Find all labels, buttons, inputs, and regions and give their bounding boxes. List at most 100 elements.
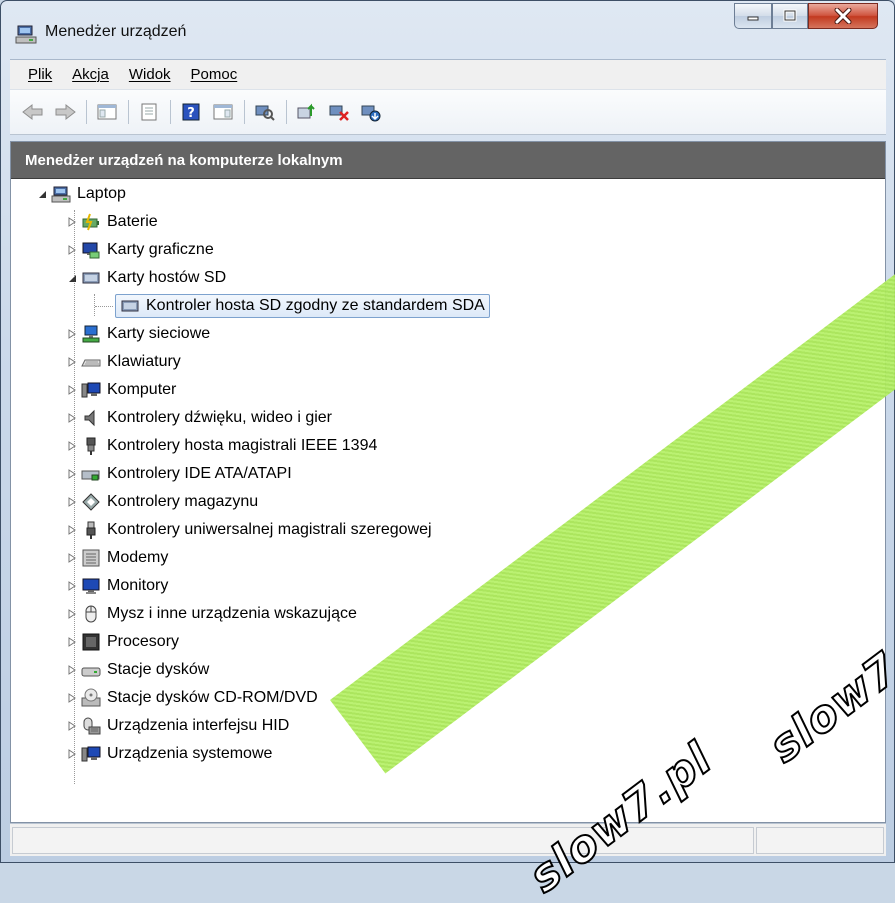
- back-button[interactable]: [20, 99, 46, 125]
- disk-drive-icon: [81, 660, 101, 680]
- forward-button[interactable]: [52, 99, 78, 125]
- show-console-tree-button[interactable]: [94, 99, 120, 125]
- tree-label: Kontrolery magazynu: [107, 493, 259, 510]
- tree-node-keyboards[interactable]: Klawiatury: [67, 348, 181, 376]
- tree-label: Mysz i inne urządzenia wskazujące: [107, 605, 357, 622]
- minimize-icon: [747, 16, 759, 21]
- expand-icon[interactable]: [67, 217, 77, 227]
- menu-file[interactable]: Plik: [28, 66, 52, 83]
- expand-icon[interactable]: [67, 497, 77, 507]
- collapse-icon[interactable]: [37, 189, 47, 199]
- tree-label: Karty hostów SD: [107, 269, 227, 286]
- speaker-icon: [81, 408, 101, 428]
- sd-host-icon: [81, 268, 101, 288]
- update-driver-button[interactable]: [294, 99, 320, 125]
- expand-icon[interactable]: [67, 441, 77, 451]
- tree-node-modems[interactable]: Modemy: [67, 544, 168, 572]
- tree-node-mice[interactable]: Mysz i inne urządzenia wskazujące: [67, 600, 357, 628]
- expand-icon[interactable]: [67, 357, 77, 367]
- tree-label: Komputer: [107, 381, 177, 398]
- tree-node-processors[interactable]: Procesory: [67, 628, 179, 656]
- tree-guide-connector: [95, 305, 113, 307]
- back-arrow-icon: [22, 103, 43, 121]
- tree-node-sd-host-adapters[interactable]: Karty hostów SD: [67, 264, 226, 292]
- expand-icon[interactable]: [67, 749, 77, 759]
- tree-label: Monitory: [107, 577, 169, 594]
- action-pane-button[interactable]: [210, 99, 236, 125]
- menu-action[interactable]: Akcja: [72, 66, 109, 83]
- menu-help[interactable]: Pomoc: [191, 66, 238, 83]
- tree-node-hid-devices[interactable]: Urządzenia interfejsu HID: [67, 712, 289, 740]
- title-bar[interactable]: Menedżer urządzeń: [1, 1, 894, 59]
- window-title: Menedżer urządzeń: [45, 23, 187, 40]
- svg-text:?: ?: [187, 106, 195, 121]
- menu-view[interactable]: Widok: [129, 66, 171, 83]
- mouse-icon: [81, 604, 101, 624]
- firewire-icon: [81, 436, 101, 456]
- display-adapter-icon: [81, 240, 101, 260]
- expand-icon[interactable]: [67, 245, 77, 255]
- toolbar-separator: [128, 100, 129, 124]
- tree-node-monitors[interactable]: Monitory: [67, 572, 168, 600]
- cdrom-icon: [81, 688, 101, 708]
- tree-node-sound-controllers[interactable]: Kontrolery dźwięku, wideo i gier: [67, 404, 332, 432]
- properties-button[interactable]: [136, 99, 162, 125]
- disable-device-button[interactable]: [326, 99, 352, 125]
- collapse-icon[interactable]: [67, 273, 77, 283]
- help-button[interactable]: ?: [178, 99, 204, 125]
- tree-label: Kontroler hosta SD zgodny ze standardem …: [146, 297, 485, 314]
- menu-bar: Plik Akcja Widok Pomoc: [10, 59, 886, 89]
- tree-node-ide-controllers[interactable]: Kontrolery IDE ATA/ATAPI: [67, 460, 292, 488]
- expand-icon[interactable]: [67, 693, 77, 703]
- tree-node-cdrom-drives[interactable]: Stacje dysków CD-ROM/DVD: [67, 684, 318, 712]
- tree-node-display-adapters[interactable]: Karty graficzne: [67, 236, 214, 264]
- close-button[interactable]: [808, 3, 878, 29]
- action-pane-icon: [213, 104, 233, 120]
- tree-label: Klawiatury: [107, 353, 181, 370]
- ide-controller-icon: [81, 464, 101, 484]
- expand-icon[interactable]: [67, 469, 77, 479]
- status-bar: [10, 823, 886, 856]
- tree-node-network-adapters[interactable]: Karty sieciowe: [67, 320, 210, 348]
- toolbar-separator: [86, 100, 87, 124]
- tree-node-storage-controllers[interactable]: Kontrolery magazynu: [67, 488, 258, 516]
- tree-node-system-devices[interactable]: Urządzenia systemowe: [67, 740, 272, 768]
- expand-icon[interactable]: [67, 637, 77, 647]
- tree-node-sd-host-controller[interactable]: Kontroler hosta SD zgodny ze standardem …: [95, 292, 490, 320]
- tree-label: Baterie: [107, 213, 158, 230]
- tree-label: Stacje dysków: [107, 661, 210, 678]
- help-icon: ?: [182, 103, 200, 121]
- toolbar: ?: [10, 89, 886, 135]
- expand-icon[interactable]: [67, 581, 77, 591]
- expand-icon[interactable]: [67, 413, 77, 423]
- selected-item[interactable]: Kontroler hosta SD zgodny ze standardem …: [115, 294, 490, 318]
- panel-header: Menedżer urządzeń na komputerze lokalnym: [11, 142, 885, 179]
- minimize-button[interactable]: [734, 3, 772, 29]
- tree-label: Kontrolery IDE ATA/ATAPI: [107, 465, 292, 482]
- usb-icon: [81, 520, 101, 540]
- tree-node-disk-drives[interactable]: Stacje dysków: [67, 656, 209, 684]
- battery-icon: [81, 212, 101, 232]
- tree-label: Kontrolery hosta magistrali IEEE 1394: [107, 437, 378, 454]
- expand-icon[interactable]: [67, 609, 77, 619]
- tree-node-ieee1394-controllers[interactable]: Kontrolery hosta magistrali IEEE 1394: [67, 432, 377, 460]
- console-tree-icon: [97, 104, 117, 120]
- expand-icon[interactable]: [67, 385, 77, 395]
- properties-icon: [141, 103, 157, 121]
- expand-icon[interactable]: [67, 553, 77, 563]
- tree-node-root[interactable]: Laptop: [37, 180, 126, 208]
- tree-node-usb-controllers[interactable]: Kontrolery uniwersalnej magistrali szere…: [67, 516, 432, 544]
- maximize-button[interactable]: [772, 3, 808, 29]
- forward-arrow-icon: [55, 103, 76, 121]
- scan-hardware-button[interactable]: [252, 99, 278, 125]
- network-adapter-icon: [81, 324, 101, 344]
- tree-node-computer[interactable]: Komputer: [67, 376, 176, 404]
- tree-label: Karty sieciowe: [107, 325, 211, 342]
- expand-icon[interactable]: [67, 665, 77, 675]
- tree-node-batteries[interactable]: Baterie: [67, 208, 158, 236]
- expand-icon[interactable]: [67, 721, 77, 731]
- uninstall-device-button[interactable]: [358, 99, 384, 125]
- computer-icon: [81, 380, 101, 400]
- expand-icon[interactable]: [67, 329, 77, 339]
- expand-icon[interactable]: [67, 525, 77, 535]
